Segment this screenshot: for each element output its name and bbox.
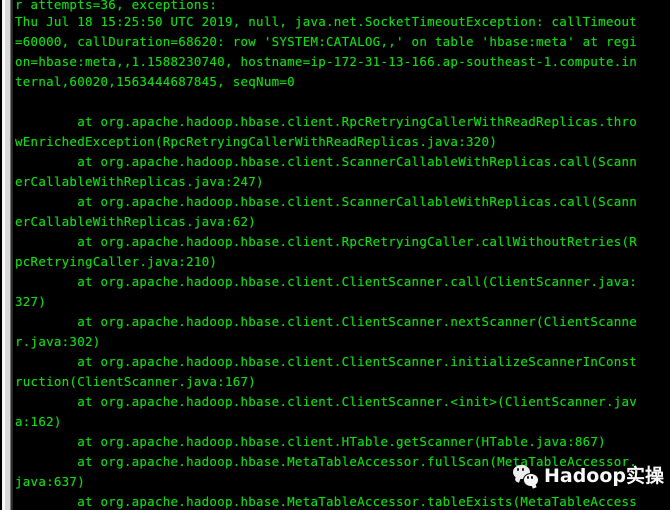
console-line: =60000, callDuration=68620: row 'SYSTEM:… bbox=[15, 34, 638, 49]
console-line: erCallableWithReplicas.java:247) bbox=[15, 174, 264, 189]
console-line: at org.apache.hadoop.hbase.MetaTableAcce… bbox=[15, 494, 638, 509]
vertical-scrollbar[interactable] bbox=[0, 0, 15, 510]
console-line: ruction(ClientScanner.java:167) bbox=[15, 374, 257, 389]
scrollbar-track-highlight bbox=[3, 0, 5, 510]
console-line: a:162) bbox=[15, 414, 62, 429]
console-line: at org.apache.hadoop.hbase.client.RpcRet… bbox=[15, 114, 638, 129]
console-line: Thu Jul 18 15:25:50 UTC 2019, null, java… bbox=[15, 14, 638, 29]
console-line: java:637) bbox=[15, 474, 85, 489]
console-line: at org.apache.hadoop.hbase.MetaTableAcce… bbox=[15, 454, 638, 469]
console-line: on=hbase:meta,,1.1588230740, hostname=ip… bbox=[15, 54, 638, 69]
console-line: wEnrichedException(RpcRetryingCallerWith… bbox=[15, 134, 498, 149]
console-line: ternal,60020,1563444687845, seqNum=0 bbox=[15, 74, 295, 89]
console-line: at org.apache.hadoop.hbase.client.HTable… bbox=[15, 434, 606, 449]
scrollbar-shadow bbox=[11, 0, 13, 510]
console-line: r attempts=36, exceptions: bbox=[15, 0, 218, 12]
console-line: at org.apache.hadoop.hbase.client.Scanne… bbox=[15, 194, 638, 209]
console-line: 327) bbox=[15, 294, 47, 309]
console-line: at org.apache.hadoop.hbase.client.Client… bbox=[15, 354, 638, 369]
console-line: r.java:302) bbox=[15, 334, 101, 349]
console-line: at org.apache.hadoop.hbase.client.Client… bbox=[15, 394, 638, 409]
console-window: r attempts=36, exceptions: Thu Jul 18 15:… bbox=[0, 0, 670, 510]
terminal-output-area[interactable]: r attempts=36, exceptions: Thu Jul 18 15:… bbox=[15, 0, 670, 510]
console-line: at org.apache.hadoop.hbase.client.RpcRet… bbox=[15, 234, 638, 249]
console-line: pcRetryingCaller.java:210) bbox=[15, 254, 218, 269]
console-line: at org.apache.hadoop.hbase.client.Client… bbox=[15, 274, 638, 289]
console-line: at org.apache.hadoop.hbase.client.Scanne… bbox=[15, 154, 638, 169]
console-line: at org.apache.hadoop.hbase.client.Client… bbox=[15, 314, 638, 329]
console-line: erCallableWithReplicas.java:62) bbox=[15, 214, 257, 229]
